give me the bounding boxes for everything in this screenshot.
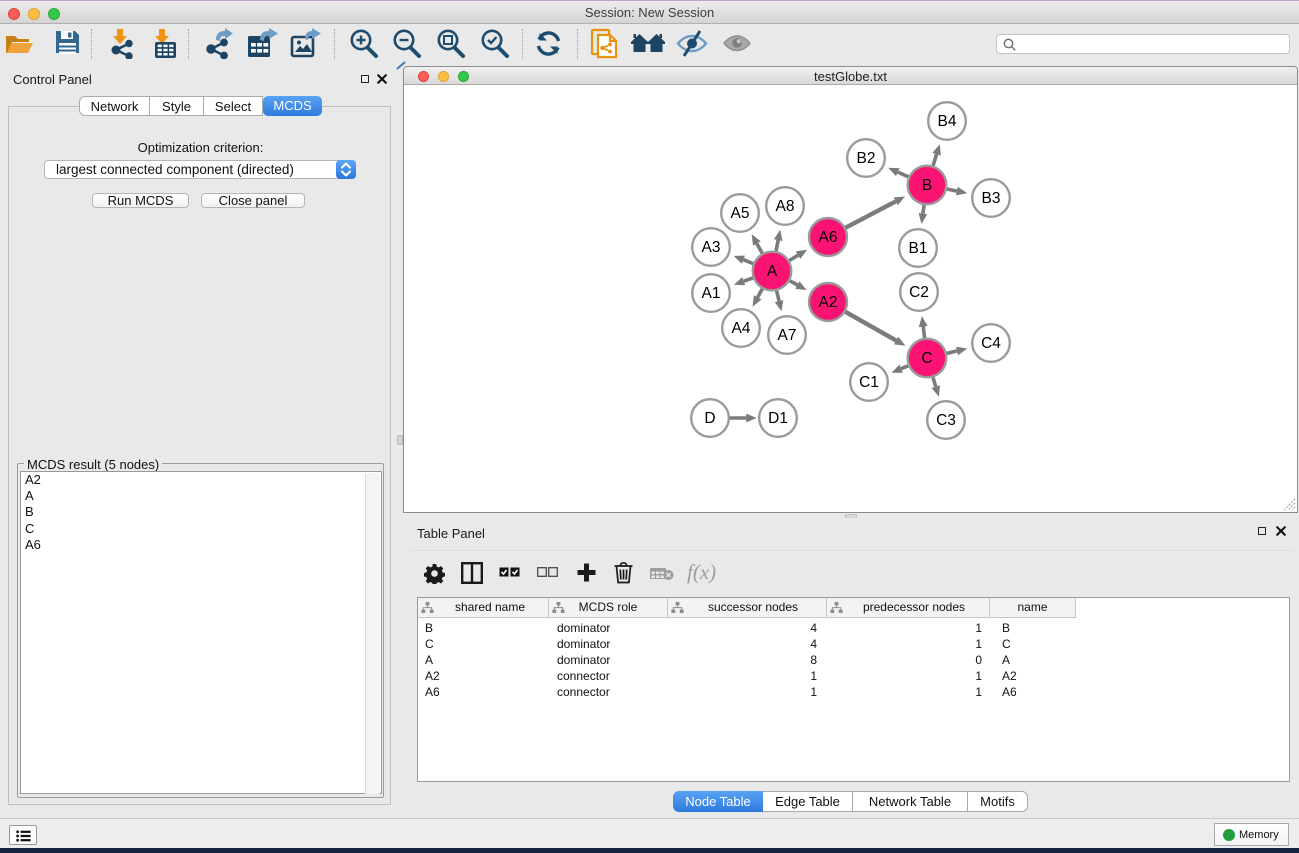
svg-text:A: A xyxy=(767,263,778,280)
svg-text:A5: A5 xyxy=(731,205,750,222)
svg-text:B1: B1 xyxy=(909,240,928,257)
svg-text:B3: B3 xyxy=(982,190,1001,207)
svg-text:C3: C3 xyxy=(936,412,956,429)
svg-text:D1: D1 xyxy=(768,410,788,427)
svg-text:A4: A4 xyxy=(732,320,751,337)
svg-text:A8: A8 xyxy=(776,198,795,215)
svg-text:D: D xyxy=(704,410,715,427)
svg-text:C4: C4 xyxy=(981,335,1001,352)
svg-text:A7: A7 xyxy=(778,327,797,344)
svg-text:A6: A6 xyxy=(819,229,838,246)
svg-text:C: C xyxy=(921,350,932,367)
svg-text:A3: A3 xyxy=(702,239,721,256)
svg-text:C2: C2 xyxy=(909,284,929,301)
svg-text:A2: A2 xyxy=(819,294,838,311)
svg-text:B4: B4 xyxy=(938,113,957,130)
svg-text:B: B xyxy=(922,177,932,194)
svg-text:C1: C1 xyxy=(859,374,879,391)
svg-text:A1: A1 xyxy=(702,285,721,302)
svg-text:B2: B2 xyxy=(857,150,876,167)
